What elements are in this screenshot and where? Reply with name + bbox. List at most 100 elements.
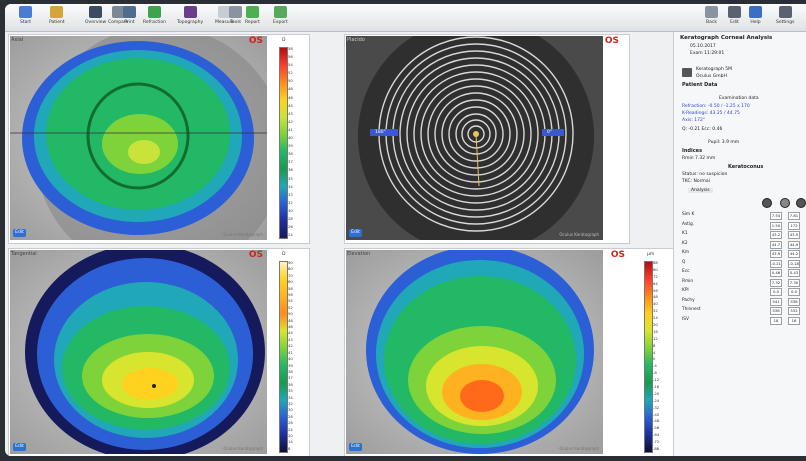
scale-tick-label: -16: [653, 384, 660, 390]
eye-toggle-od-icon[interactable]: [762, 198, 772, 208]
scale-tick-label: 20: [653, 322, 658, 328]
value-od-field[interactable]: 0.0: [770, 288, 782, 296]
toolbar-tools-button[interactable]: Tools: [229, 6, 242, 29]
elevation-map[interactable]: Elevation Edit Oculus Keratograph: [346, 250, 603, 454]
value-od-field[interactable]: -0.21: [770, 259, 782, 268]
toolbar-print-button[interactable]: Print: [123, 6, 136, 29]
scale-tick-label: 42: [288, 343, 293, 349]
scale-ticks: 90 80 70 60 58 56 54 52 50 48 46 44 43 42 41 40 39 38 37 36…: [288, 261, 293, 451]
value-od-field[interactable]: 43.2: [770, 231, 782, 239]
values-row: Pachy 541 538: [682, 297, 804, 306]
edit-icon: [728, 6, 741, 18]
values-row: K2 44.7 44.9: [682, 240, 804, 249]
eye-toggle-os-icon[interactable]: [780, 198, 790, 208]
value-od-field[interactable]: 0.46: [770, 269, 782, 277]
scale-ticks: 58 56 54 52 50 48 46 44 43 42 41 40 39 38 37 36 35 34 33 32…: [288, 47, 293, 237]
toolbar-refraction-button[interactable]: Refraction: [143, 6, 166, 29]
tangential-map-pane: Tangential Edit Oculus Keratograph OS D …: [8, 248, 310, 456]
values-row-label: Astig.: [682, 221, 695, 227]
toolbar-button-label: Refraction: [143, 20, 166, 25]
scale-bar: [279, 47, 288, 239]
value-os-field[interactable]: 43.5: [788, 231, 800, 239]
value-os-field[interactable]: -0.18: [788, 259, 800, 268]
scale-tick-label: 33: [288, 191, 293, 197]
toolbar-export-button[interactable]: Export: [273, 6, 288, 29]
value-od-field[interactable]: 536: [770, 307, 782, 315]
toolbar-help-button[interactable]: Help: [749, 6, 762, 29]
value-os-field[interactable]: 16: [788, 316, 800, 325]
scale-tick-label: -24: [653, 397, 660, 403]
toolbar-report-button[interactable]: Report: [245, 6, 260, 29]
edit-button[interactable]: Edit: [13, 229, 26, 237]
toolbar-back-button[interactable]: Back: [705, 6, 718, 29]
k-readings-link[interactable]: K-Readings: 43.25 / 44.75: [682, 111, 740, 116]
value-od-field[interactable]: 7.54: [770, 212, 782, 220]
tangential-map[interactable]: Tangential Edit Oculus Keratograph: [10, 250, 267, 454]
value-os-field[interactable]: 44.9: [788, 240, 800, 249]
scale-tick-label: 40: [653, 301, 658, 307]
value-os-field[interactable]: 7.81: [788, 212, 800, 220]
footer-text: Oculus Keratograph: [223, 446, 263, 451]
values-row-label: KPI: [682, 288, 689, 293]
value-os-field[interactable]: 0.0: [788, 288, 800, 296]
print-icon: [123, 6, 136, 18]
elevation-map-graphic: [366, 250, 594, 454]
value-os-field[interactable]: 44.2: [788, 250, 800, 258]
values-row-label: K1: [682, 231, 688, 236]
edit-button[interactable]: Edit: [349, 229, 362, 237]
toolbar-edit-button[interactable]: Edit: [728, 6, 741, 29]
scale-tick-label: 58: [288, 46, 293, 51]
scale-tick-label: 14: [288, 439, 293, 445]
help-icon: [749, 6, 762, 18]
scale-tick-label: 90: [288, 260, 293, 265]
map-type-label: Tangential: [11, 251, 37, 257]
value-od-field[interactable]: 7.32: [770, 278, 782, 287]
toolbar-home-button[interactable]: Start: [19, 6, 32, 29]
toolbar: Start Patient Overview Compare Print Refracti…: [5, 4, 806, 32]
info-panel: Keratograph Corneal Analysis 05.10.2017 …: [673, 32, 806, 456]
values-row: Km 43.9 44.2: [682, 250, 804, 258]
value-os-field[interactable]: 172: [788, 221, 800, 230]
toolbar-overview-button[interactable]: Overview: [85, 6, 106, 29]
value-os-field[interactable]: 0.43: [788, 269, 800, 277]
scale-tick-label: 4: [653, 349, 656, 355]
value-od-field[interactable]: 18: [770, 316, 782, 325]
value-os-field[interactable]: 7.30: [788, 278, 800, 287]
eye-toggle-ou-icon[interactable]: [796, 198, 806, 208]
axial-map[interactable]: Axial Edit Oculus Keratograph: [10, 36, 267, 240]
value-od-field[interactable]: 1.50: [770, 221, 782, 230]
edit-button[interactable]: Edit: [13, 443, 26, 451]
toolbar-settings-button[interactable]: Settings: [776, 6, 794, 29]
values-row: Thinnest 536 532: [682, 307, 804, 315]
scale-tick-label: 80: [653, 266, 658, 272]
scale-tick-label: 40: [288, 356, 293, 362]
scale-tick-label: 38: [288, 151, 293, 157]
value-os-field[interactable]: 538: [788, 297, 800, 306]
placido-image[interactable]: 180° 0° Placido Edit Oculus Keratograph: [346, 36, 603, 240]
values-row: Astig. 1.50 172: [682, 221, 804, 230]
values-row-label: Sim K: [682, 212, 695, 217]
section-exam: Examination data: [719, 96, 759, 101]
scale-tick-label: 41: [288, 126, 293, 132]
edit-button[interactable]: Edit: [349, 443, 362, 451]
scale-tick-label: 34: [288, 183, 293, 189]
value-od-field[interactable]: 43.9: [770, 250, 782, 258]
scale-tick-label: -8: [653, 370, 657, 376]
analysis-label: Analysis: [688, 188, 713, 193]
toolbar-button-label: Edit: [730, 20, 739, 25]
refraction-link[interactable]: Refraction: -0.50 / -1.25 x 170: [682, 104, 750, 109]
scale-tick-label: 35: [288, 388, 293, 394]
value-od-field[interactable]: 44.7: [770, 240, 782, 249]
device-icon: [682, 68, 692, 77]
toolbar-button-label: Settings: [776, 20, 795, 25]
values-row: Ecc 0.46 0.43: [682, 269, 804, 277]
scale-tick-label: 0: [653, 356, 656, 362]
axis-link[interactable]: Axis: 172°: [682, 118, 705, 123]
tkc-value: TKC: Normal: [682, 179, 710, 184]
toolbar-topo-button[interactable]: Topography: [177, 6, 203, 29]
scale-tick-label: 52: [288, 304, 293, 310]
value-os-field[interactable]: 532: [788, 307, 800, 315]
device-name: Keratograph 5M: [696, 67, 732, 72]
value-od-field[interactable]: 541: [770, 297, 782, 306]
toolbar-patient-button[interactable]: Patient: [49, 6, 65, 29]
